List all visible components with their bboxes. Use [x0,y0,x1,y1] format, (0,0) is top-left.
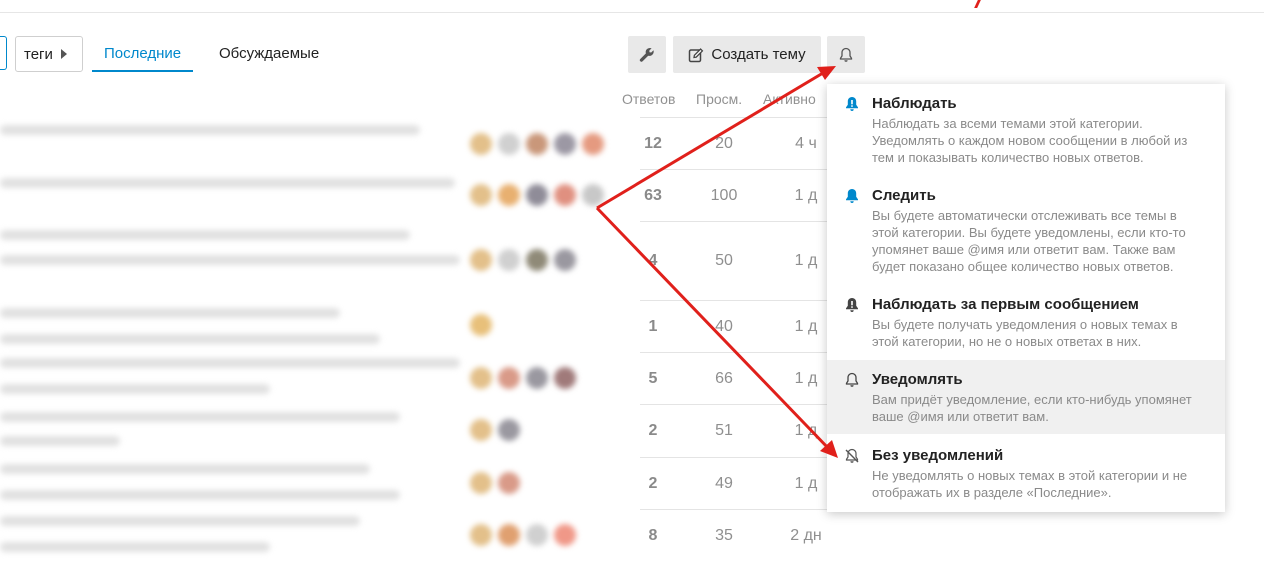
option-description: Вы будете получать уведомления о новых т… [872,317,1178,349]
header-activity[interactable]: Активно [763,91,816,107]
topic-list-blurred [0,112,640,570]
header-views[interactable]: Просм. [696,91,742,107]
views-count: 35 [715,527,733,544]
tab-latest[interactable]: Последние [92,36,194,72]
replies-count[interactable]: 2 [640,475,666,493]
option-watching-first-post[interactable]: Наблюдать за первым сообщением Вы будете… [827,285,1225,358]
replies-count[interactable]: 4 [640,252,666,270]
activity-time[interactable]: 1 д [780,252,832,270]
tab-top[interactable]: Обсуждаемые [207,36,331,72]
replies-count[interactable]: 63 [640,187,666,205]
option-title: Без уведомлений [872,447,1004,464]
tags-dropdown[interactable]: теги [15,36,83,72]
replies-count[interactable]: 5 [640,370,666,388]
activity-time[interactable]: 4 ч [780,135,832,153]
option-description: Не уведомлять о новых темах в этой катег… [872,468,1188,500]
header-replies[interactable]: Ответов [622,91,675,107]
bell-filled-icon [846,189,858,203]
bell-slash-icon [845,448,859,463]
create-topic-label: Создать тему [711,46,806,63]
option-title: Следить [872,187,936,204]
replies-count[interactable]: 12 [640,135,666,153]
annotation-mark [974,0,981,8]
replies-count[interactable]: 8 [640,527,666,545]
notifications-button[interactable] [827,36,865,73]
views-count: 20 [715,135,733,152]
replies-count[interactable]: 2 [640,422,666,440]
activity-time[interactable]: 1 д [780,318,832,336]
pencil-square-icon [689,47,704,62]
views-count: 50 [715,252,733,269]
wrench-icon [639,47,654,62]
views-count: 51 [715,422,733,439]
activity-time[interactable]: 1 д [780,370,832,388]
notification-level-dropdown: Наблюдать Наблюдать за всеми темами этой… [827,84,1225,512]
tags-label: теги [24,45,53,63]
bell-outline-icon [839,47,853,62]
option-tracking[interactable]: Следить Вы будете автоматически отслежив… [827,176,1225,283]
option-title: Наблюдать [872,95,957,112]
create-topic-button[interactable]: Создать тему [673,36,821,73]
option-description: Вам придёт уведомление, если кто-нибудь … [872,392,1192,424]
option-regular[interactable]: Уведомлять Вам придёт уведомление, если … [827,360,1225,434]
activity-time[interactable]: 1 д [780,422,832,440]
option-watching[interactable]: Наблюдать Наблюдать за всеми темами этой… [827,84,1225,174]
option-description: Наблюдать за всеми темами этой категории… [872,116,1188,165]
views-count: 66 [715,370,733,387]
activity-time[interactable]: 1 д [780,187,832,205]
views-count: 40 [715,318,733,335]
option-muted[interactable]: Без уведомлений Не уведомлять о новых те… [827,436,1225,512]
category-settings-button[interactable] [628,36,666,73]
bell-exclamation-dark-icon [846,298,858,312]
views-count: 100 [710,187,738,204]
option-description: Вы будете автоматически отслеживать все … [872,208,1186,274]
option-title: Наблюдать за первым сообщением [872,296,1139,313]
views-count: 49 [715,475,733,492]
bell-outline-icon [845,372,859,387]
replies-count[interactable]: 1 [640,318,666,336]
header-divider [0,12,1264,13]
caret-right-icon [60,49,67,59]
activity-time[interactable]: 2 дн [780,527,832,545]
option-title: Уведомлять [872,371,963,388]
bell-exclamation-icon [846,97,858,111]
activity-time[interactable]: 1 д [780,475,832,493]
category-dropdown[interactable] [0,36,7,70]
